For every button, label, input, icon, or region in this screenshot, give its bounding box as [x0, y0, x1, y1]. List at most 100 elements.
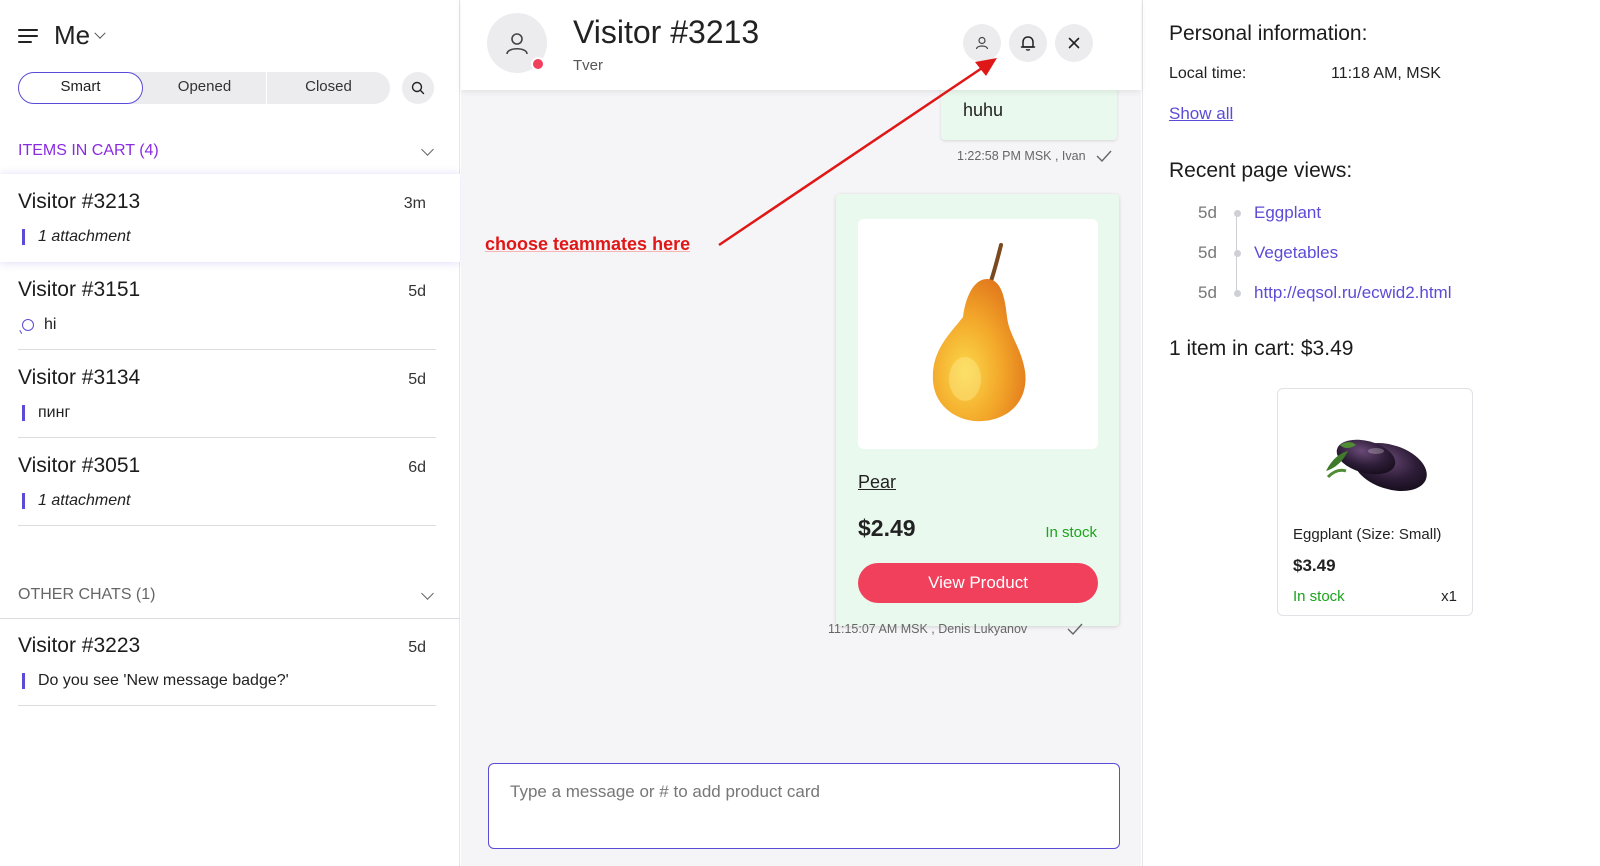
chat-preview-text: 1 attachment	[38, 228, 131, 245]
chat-item[interactable]: Visitor #3223 5d Do you see 'New message …	[0, 618, 460, 706]
divider	[18, 705, 436, 706]
chat-name: Visitor #3223	[18, 634, 141, 657]
menu-icon[interactable]	[18, 28, 38, 44]
chat-bubble-icon	[22, 319, 34, 331]
page-view-ago: 5d	[1198, 243, 1217, 262]
eggplant-image	[1326, 439, 1427, 491]
local-time-value: 11:18 AM, MSK	[1331, 65, 1441, 82]
chevron-down-icon[interactable]	[94, 27, 106, 39]
page-view-link[interactable]: Vegetables	[1254, 243, 1338, 263]
product-stock: In stock	[1045, 524, 1097, 541]
message-text: huhu	[963, 100, 1004, 120]
filter-closed[interactable]: Closed	[267, 72, 390, 104]
avatar	[487, 13, 547, 73]
inbox-selector[interactable]: Me	[54, 20, 90, 51]
chat-preview: пинг	[22, 404, 70, 422]
page-view-link[interactable]: Eggplant	[1254, 203, 1321, 223]
chat-preview: 1 attachment	[22, 228, 131, 246]
cart-item-quantity: x1	[1441, 588, 1457, 605]
timeline-dot	[1234, 289, 1241, 297]
recent-views-title: Recent page views:	[1169, 159, 1353, 182]
chevron-down-icon[interactable]	[421, 142, 434, 156]
other-chats-section[interactable]: OTHER CHATS (1)	[18, 586, 436, 604]
timeline-dot	[1234, 249, 1241, 257]
left-header: Me	[18, 20, 106, 51]
message-composer[interactable]	[488, 763, 1120, 849]
items-in-cart-section[interactable]: ITEMS IN CART (4)	[18, 142, 436, 160]
chat-preview-text: hi	[44, 316, 57, 333]
pear-image	[932, 243, 1026, 422]
bell-icon	[1020, 36, 1036, 51]
section-title: OTHER CHATS (1)	[18, 586, 156, 603]
show-all-link[interactable]: Show all	[1169, 104, 1233, 124]
visitor-city: Tver	[573, 57, 603, 74]
divider	[18, 525, 436, 526]
product-price: $2.49	[858, 515, 916, 541]
filter-tabs: Smart Opened Closed	[18, 72, 390, 104]
chat-header: Visitor #3213 Tver	[461, 0, 1141, 90]
page-view-ago: 5d	[1198, 283, 1217, 302]
chat-preview: Do you see 'New message badge?'	[22, 672, 289, 690]
chat-name: Visitor #3213	[18, 190, 141, 213]
offline-status-dot	[531, 57, 545, 71]
chat-time: 5d	[408, 639, 426, 656]
conversations-panel: Me Smart Opened Closed ITEMS IN CART (4)…	[0, 0, 460, 866]
timeline-dot	[1234, 209, 1241, 217]
chat-time: 3m	[403, 195, 426, 212]
chat-preview-text: пинг	[38, 404, 71, 421]
visitor-name: Visitor #3213	[573, 14, 760, 50]
chat-name: Visitor #3051	[18, 454, 141, 477]
chat-item[interactable]: Visitor #3151 5d hi	[0, 262, 460, 350]
page-view-link[interactable]: http://eqsol.ru/ecwid2.html	[1254, 283, 1451, 303]
cart-item-name: Eggplant (Size: Small)	[1293, 526, 1442, 543]
close-chat-button[interactable]	[1055, 24, 1093, 62]
user-icon	[506, 33, 528, 55]
user-icon	[975, 36, 989, 50]
cart-item-stock: In stock	[1293, 588, 1345, 605]
message-timestamp: 11:15:07 AM MSK , Denis Lukyanov	[828, 622, 1028, 636]
check-icon	[1096, 150, 1112, 162]
chat-preview: hi	[22, 316, 56, 334]
note-bar	[22, 405, 25, 421]
product-image	[858, 219, 1098, 449]
product-name-link[interactable]: Pear	[858, 472, 896, 493]
filter-smart[interactable]: Smart	[18, 72, 143, 104]
page-view-item: 5d Eggplant	[1198, 203, 1321, 223]
message-timestamp: 1:22:58 PM MSK , Ivan	[957, 149, 1086, 163]
assign-teammate-button[interactable]	[963, 24, 1001, 62]
chat-preview-text: Do you see 'New message badge?'	[38, 672, 289, 689]
check-icon	[1067, 623, 1083, 635]
notifications-button[interactable]	[1009, 24, 1047, 62]
chat-panel: Visitor #3213 Tver huhu 1:22:58 PM MSK ,…	[461, 0, 1141, 866]
local-time-label: Local time:	[1169, 65, 1247, 82]
visitor-info-panel: Personal information: Local time: 11:18 …	[1142, 0, 1600, 866]
chat-item[interactable]: Visitor #3134 5d пинг	[0, 350, 460, 438]
chat-name: Visitor #3134	[18, 366, 141, 389]
annotation-label: choose teammates here	[485, 234, 691, 254]
search-button[interactable]	[402, 72, 434, 104]
chat-preview: 1 attachment	[22, 492, 131, 510]
note-bar	[22, 493, 25, 509]
search-icon	[411, 81, 425, 95]
page-view-ago: 5d	[1198, 203, 1217, 222]
chat-item[interactable]: Visitor #3051 6d 1 attachment	[0, 438, 460, 526]
message-meta: 1:22:58 PM MSK , Ivan	[957, 149, 1112, 163]
close-icon	[1068, 37, 1080, 49]
filter-opened[interactable]: Opened	[143, 72, 267, 104]
product-card: Pear $2.49 In stock View Product	[836, 194, 1119, 626]
note-bar	[22, 673, 25, 689]
view-product-button[interactable]: View Product	[858, 563, 1098, 603]
message-input[interactable]	[510, 782, 1100, 802]
section-title: ITEMS IN CART (4)	[18, 142, 159, 159]
chat-item[interactable]: Visitor #3213 3m 1 attachment	[0, 174, 460, 262]
chat-preview-text: 1 attachment	[38, 492, 131, 509]
cart-item-price: $3.49	[1293, 556, 1336, 575]
page-view-item: 5d http://eqsol.ru/ecwid2.html	[1198, 283, 1451, 303]
chat-time: 5d	[408, 283, 426, 300]
chevron-down-icon[interactable]	[421, 586, 434, 600]
chat-time: 5d	[408, 371, 426, 388]
chat-time: 6d	[408, 459, 426, 476]
page-view-item: 5d Vegetables	[1198, 243, 1338, 263]
chat-name: Visitor #3151	[18, 278, 141, 301]
cart-item-card[interactable]: Eggplant (Size: Small) $3.49 In stock x1	[1277, 388, 1473, 616]
